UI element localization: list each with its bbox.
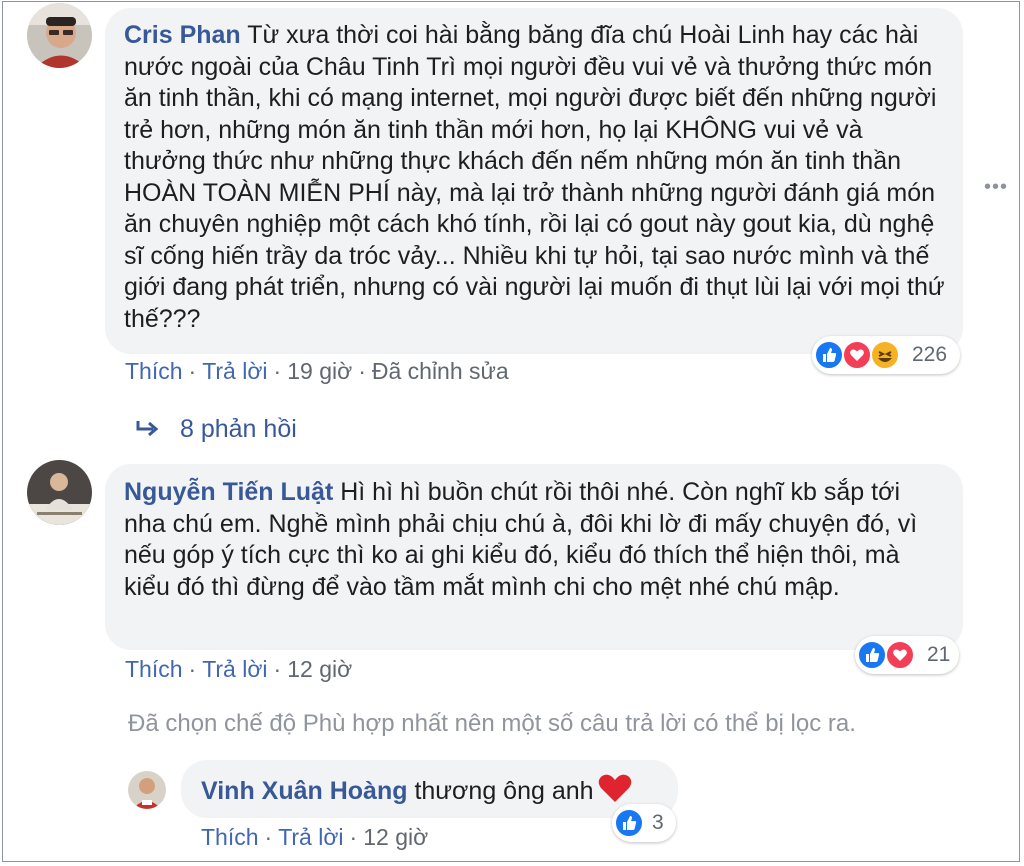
comment-actions: Thích · Trả lời · 19 giờ · Đã chỉnh sửa [125, 358, 509, 384]
comment-bubble: Nguyễn Tiến Luật Hì hì hì buồn chút rồi … [105, 464, 963, 650]
comment-actions: Thích · Trả lời · 12 giờ [125, 656, 353, 682]
like-reaction-icon [814, 340, 844, 370]
comment-body: Vinh Xuân Hoàng thương ông anh [201, 773, 662, 812]
like-link[interactable]: Thích [201, 824, 259, 850]
comment-bubble: Vinh Xuân Hoàng thương ông anh [181, 760, 678, 818]
like-link[interactable]: Thích [125, 358, 183, 384]
comment-body: Nguyễn Tiến Luật Hì hì hì buồn chút rồi … [124, 477, 945, 603]
reaction-summary[interactable]: 3 [612, 804, 676, 842]
comment-author[interactable]: Cris Phan [124, 21, 241, 49]
comment-body: Cris Phan Từ xưa thời coi hài bằng băng … [124, 20, 945, 335]
replies-count-label[interactable]: 8 phản hồi [180, 415, 297, 443]
reply-link[interactable]: Trả lời [278, 824, 343, 850]
avatar[interactable] [27, 460, 92, 525]
reaction-count: 21 [927, 643, 951, 666]
edited-label: Đã chỉnh sửa [371, 358, 509, 384]
avatar[interactable] [27, 3, 92, 68]
reply-link[interactable]: Trả lời [202, 358, 267, 384]
love-reaction-icon [885, 640, 915, 670]
reaction-summary[interactable]: 21 [855, 636, 959, 674]
reply-arrow-icon [136, 418, 160, 447]
haha-reaction-icon [870, 340, 900, 370]
comment-author[interactable]: Vinh Xuân Hoàng [201, 777, 408, 805]
view-replies-link[interactable]: 8 phản hồi [136, 415, 297, 447]
like-link[interactable]: Thích [125, 656, 183, 682]
reaction-count: 3 [652, 811, 664, 834]
like-reaction-icon [857, 640, 887, 670]
love-reaction-icon [842, 340, 872, 370]
reply-link[interactable]: Trả lời [202, 656, 267, 682]
timestamp[interactable]: 19 giờ [287, 358, 352, 384]
comment-bubble: Cris Phan Từ xưa thời coi hài bằng băng … [105, 8, 963, 354]
timestamp[interactable]: 12 giờ [287, 656, 352, 682]
comment-actions: Thích · Trả lời · 12 giờ [201, 824, 429, 850]
comment-text: Từ xưa thời coi hài bằng băng đĩa chú Ho… [124, 21, 945, 333]
timestamp[interactable]: 12 giờ [363, 824, 428, 850]
more-horizontal-icon[interactable]: ••• [984, 176, 1008, 199]
filter-notice: Đã chọn chế độ Phù hợp nhất nên một số c… [128, 710, 856, 737]
comment-text: thương ông anh [414, 777, 594, 805]
like-reaction-icon [614, 808, 644, 838]
reaction-count: 226 [912, 343, 948, 366]
avatar[interactable] [128, 771, 166, 809]
reaction-summary[interactable]: 226 [812, 336, 960, 374]
comment-author[interactable]: Nguyễn Tiến Luật [124, 478, 333, 506]
